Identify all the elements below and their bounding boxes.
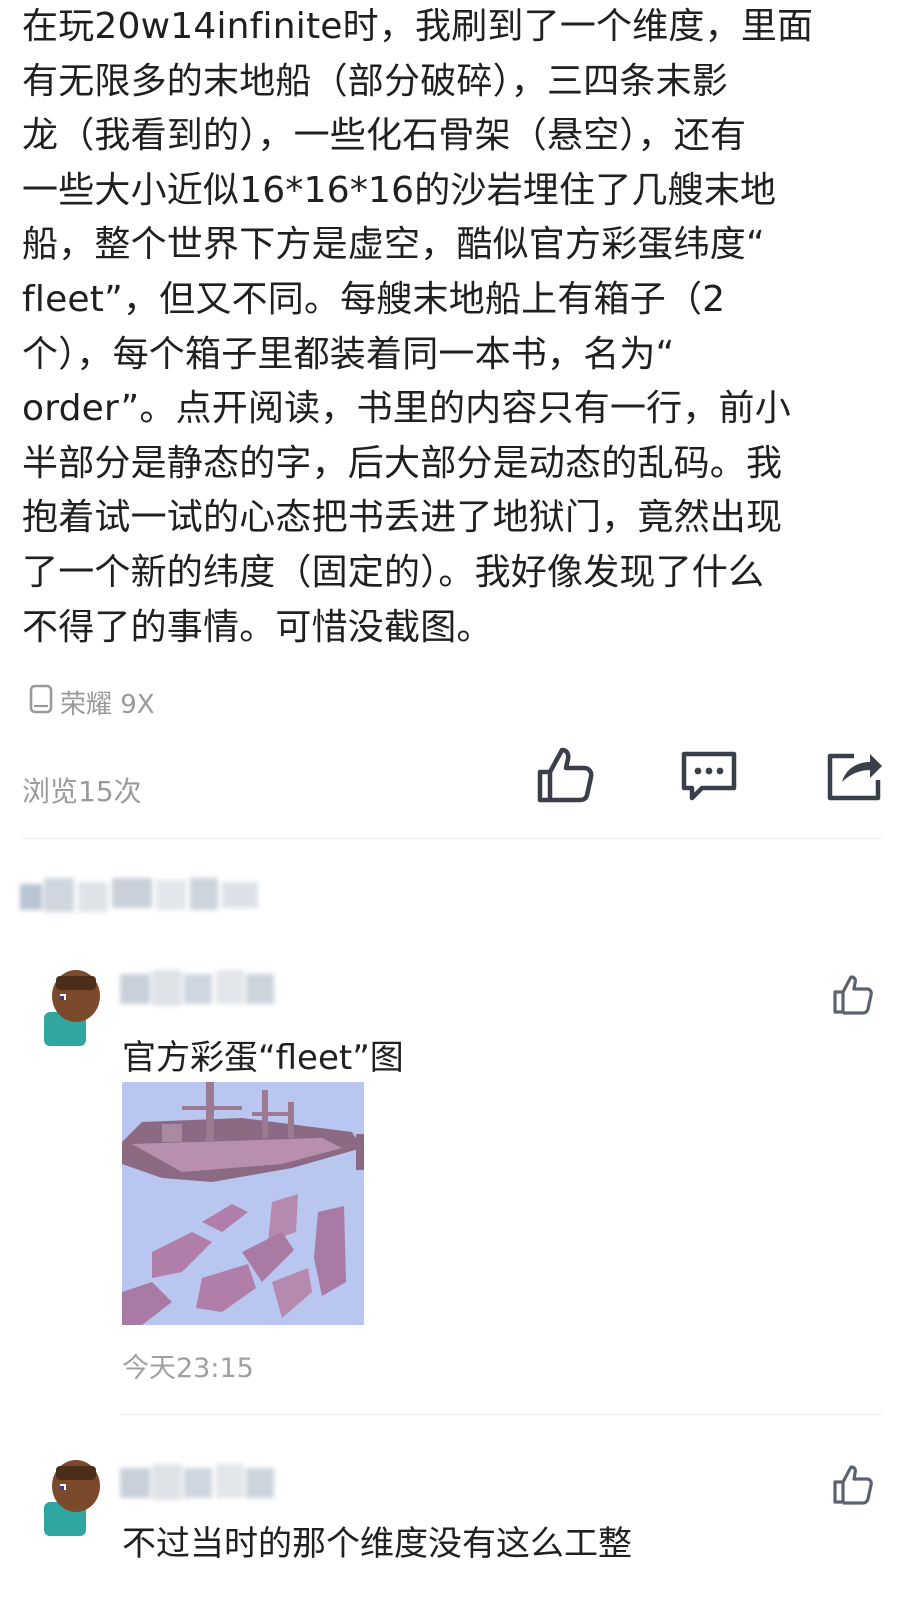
comment-like-button[interactable]: [830, 1462, 876, 1508]
device-name: 荣耀 9X: [60, 690, 155, 720]
like-button[interactable]: [530, 742, 600, 812]
comment-bubble-icon: [678, 744, 740, 810]
thumbs-up-icon: [830, 975, 876, 1022]
share-button[interactable]: [820, 742, 890, 812]
divider: [120, 1414, 882, 1415]
comment-text: 不过当时的那个维度没有这么工整: [122, 1524, 632, 1564]
comment-image[interactable]: [122, 1082, 364, 1325]
share-icon: [824, 744, 886, 810]
thumbs-up-icon: [534, 744, 596, 810]
comment-like-button[interactable]: [830, 972, 876, 1018]
divider: [22, 838, 882, 839]
avatar[interactable]: [30, 968, 102, 1046]
blurred-username: [120, 966, 275, 1012]
phone-icon: [28, 684, 54, 721]
device-info: 荣耀 9X: [28, 684, 155, 721]
view-count: 浏览15次: [22, 775, 142, 808]
avatar[interactable]: [30, 1458, 102, 1536]
post-body-text: 在玩20w14infinite时，我刷到了一个维度，里面 有无限多的末地船（部分…: [22, 6, 814, 648]
comment-timestamp: 今天23:15: [122, 1353, 254, 1384]
blurred-username: [120, 1460, 275, 1506]
blurred-section-header: [20, 874, 260, 920]
thumbs-up-icon: [830, 1465, 876, 1512]
comment-button[interactable]: [674, 742, 744, 812]
comment-text: 官方彩蛋“fleet”图: [122, 1038, 404, 1078]
